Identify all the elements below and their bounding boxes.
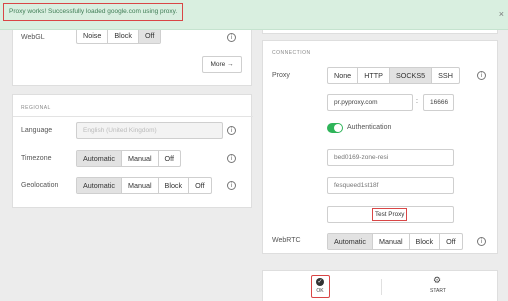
proxy-option-socks5[interactable]: SOCKS5 xyxy=(388,68,432,83)
webgl-option-noise[interactable]: Noise xyxy=(77,28,107,43)
close-icon[interactable]: × xyxy=(499,9,504,19)
proxy-password-input[interactable]: fesqueed1st18f xyxy=(327,177,454,194)
gear-icon: ⚙ xyxy=(433,276,442,286)
authentication-label: Authentication xyxy=(347,124,392,131)
webgl-option-block[interactable]: Block xyxy=(107,28,138,43)
footer-divider xyxy=(381,279,382,295)
language-label: Language xyxy=(21,127,53,134)
test-proxy-button[interactable]: Test Proxy xyxy=(327,206,454,223)
proxy-username-input[interactable]: bed0169-zone-resi xyxy=(327,149,454,166)
webrtc-label: WebRTC xyxy=(272,237,301,244)
success-toast: Proxy works! Successfully loaded google.… xyxy=(0,0,508,30)
authentication-toggle[interactable] xyxy=(327,123,343,133)
more-button[interactable]: More → xyxy=(202,56,242,73)
ok-button[interactable]: ✓ OK xyxy=(311,275,330,298)
geolocation-label: Geolocation xyxy=(21,182,59,189)
footer-actions: ✓ OK ⚙ START xyxy=(262,270,498,301)
proxy-option-http[interactable]: HTTP xyxy=(357,68,389,83)
ok-label: OK xyxy=(316,288,324,294)
connection-card: CONNECTION Proxy None HTTP SOCKS5 SSH i … xyxy=(262,40,498,254)
geolocation-option-automatic[interactable]: Automatic xyxy=(77,178,121,193)
start-label: START xyxy=(430,288,446,294)
timezone-option-off[interactable]: Off xyxy=(157,151,180,166)
connection-section-title: CONNECTION xyxy=(272,50,311,56)
proxy-port-input[interactable]: 16666 xyxy=(423,94,454,111)
port-separator: : xyxy=(416,98,418,105)
webrtc-option-block[interactable]: Block xyxy=(408,234,440,249)
webrtc-segmented: Automatic Manual Block Off xyxy=(327,233,463,250)
webgl-option-off[interactable]: Off xyxy=(137,28,161,43)
timezone-segmented: Automatic Manual Off xyxy=(76,150,182,167)
proxy-segmented: None HTTP SOCKS5 SSH xyxy=(327,67,460,84)
webrtc-option-automatic[interactable]: Automatic xyxy=(328,234,372,249)
proxy-label: Proxy xyxy=(272,72,290,79)
toggle-knob xyxy=(334,124,342,132)
toast-message: Proxy works! Successfully loaded google.… xyxy=(3,3,184,21)
geolocation-segmented: Automatic Manual Block Off xyxy=(76,177,212,194)
check-circle-icon: ✓ xyxy=(316,278,324,286)
webgl-label: WebGL xyxy=(21,34,45,41)
geolocation-option-off[interactable]: Off xyxy=(188,178,210,193)
start-button[interactable]: ⚙ START xyxy=(421,275,455,298)
language-info-icon[interactable]: i xyxy=(227,126,236,135)
webrtc-info-icon[interactable]: i xyxy=(477,237,486,246)
timezone-option-manual[interactable]: Manual xyxy=(120,151,158,166)
proxy-option-none[interactable]: None xyxy=(328,68,357,83)
timezone-info-icon[interactable]: i xyxy=(227,154,236,163)
timezone-option-automatic[interactable]: Automatic xyxy=(77,151,121,166)
webgl-info-icon[interactable]: i xyxy=(227,33,236,42)
geolocation-option-manual[interactable]: Manual xyxy=(120,178,158,193)
regional-divider xyxy=(13,116,253,117)
geolocation-info-icon[interactable]: i xyxy=(227,181,236,190)
language-field[interactable]: English (United Kingdom) xyxy=(76,122,223,139)
regional-card: REGIONAL Language English (United Kingdo… xyxy=(12,94,253,208)
geolocation-option-block[interactable]: Block xyxy=(157,178,189,193)
webrtc-option-manual[interactable]: Manual xyxy=(371,234,409,249)
webrtc-option-off[interactable]: Off xyxy=(439,234,461,249)
regional-section-title: REGIONAL xyxy=(21,105,51,111)
timezone-label: Timezone xyxy=(21,155,52,162)
proxy-host-input[interactable]: pr.pyproxy.com xyxy=(327,94,413,111)
test-proxy-label: Test Proxy xyxy=(372,208,408,221)
proxy-option-ssh[interactable]: SSH xyxy=(431,68,459,83)
proxy-info-icon[interactable]: i xyxy=(477,71,486,80)
